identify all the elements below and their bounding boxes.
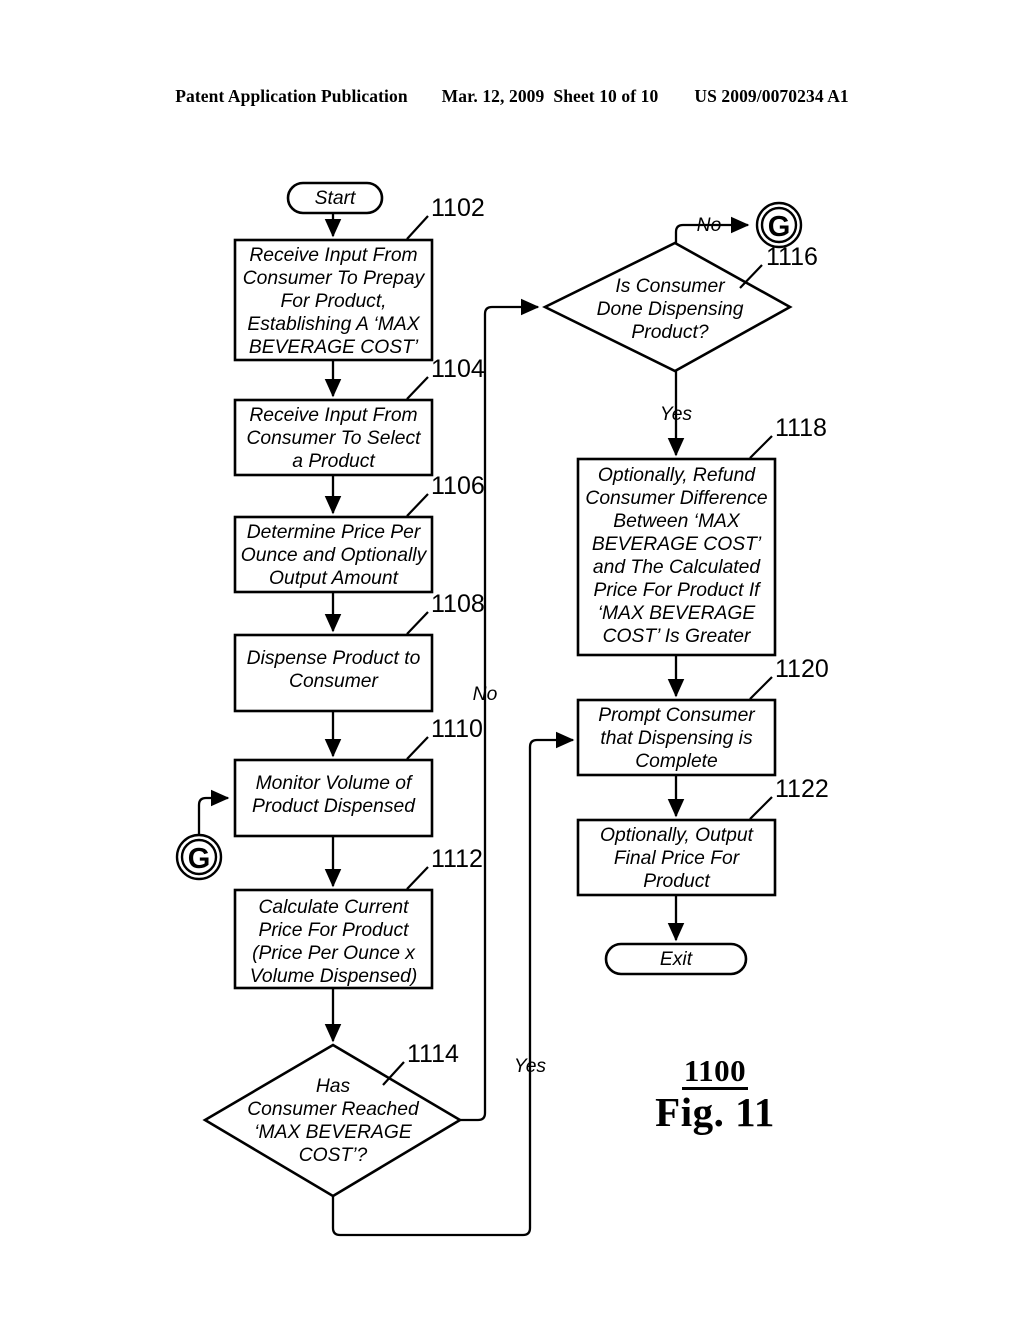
node-1118: Optionally, Refund Consumer Difference B… [576, 414, 827, 657]
leader-1104 [406, 376, 429, 400]
node-1114: Has Consumer Reached ‘MAX BEVERAGE COST’… [202, 1040, 463, 1198]
node-1116-line-2: Product? [631, 322, 708, 343]
node-1106-line-1: Ounce and Optionally [241, 545, 428, 566]
edge-label-no-1116: No [697, 215, 722, 236]
node-1118-line-7: COST’ Is Greater [603, 626, 752, 647]
node-1102-line-4: BEVERAGE COST’ [249, 337, 419, 358]
node-1116-line-0: Is Consumer [615, 276, 726, 297]
node-1104-line-1: Consumer To Select [247, 428, 423, 449]
node-1112-line-1: Price For Product [258, 920, 410, 941]
leader-1120 [749, 676, 773, 700]
node-exit: Exit [604, 942, 748, 976]
connector-g-right-label: G [768, 211, 791, 243]
node-1106-line-2: Output Amount [269, 568, 400, 589]
refnum-1110: 1110 [431, 715, 483, 743]
refnum-1112: 1112 [431, 845, 483, 873]
node-1110-line-0: Monitor Volume of [256, 773, 414, 794]
node-1112-line-3: Volume Dispensed) [250, 966, 418, 987]
node-1102: Receive Input From Consumer To Prepay Fo… [233, 194, 485, 362]
leader-1122 [749, 796, 773, 820]
refnum-1104: 1104 [431, 355, 485, 383]
refnum-1108: 1108 [431, 590, 485, 618]
node-1116: Is Consumer Done Dispensing Product? 111… [542, 241, 818, 373]
node-exit-label: Exit [660, 949, 694, 970]
node-1108: Dispense Product to Consumer 1108 [233, 590, 485, 713]
node-1114-line-1: Consumer Reached [247, 1099, 420, 1120]
leader-1110 [406, 736, 429, 760]
node-1120-line-0: Prompt Consumer [598, 705, 756, 726]
node-1122-line-2: Product [643, 871, 711, 892]
node-1104-line-2: a Product [292, 451, 376, 472]
connector-g-left-label: G [188, 843, 211, 875]
node-1120-line-2: Complete [635, 751, 718, 772]
refnum-1120: 1120 [775, 655, 829, 683]
connector-g-left: G [175, 833, 223, 881]
node-1122: Optionally, Output Final Price For Produ… [576, 775, 829, 897]
node-start: Start [286, 181, 384, 215]
node-1114-line-2: ‘MAX BEVERAGE [254, 1122, 413, 1143]
leader-1106 [406, 493, 429, 517]
leader-1112 [406, 866, 429, 890]
figure-reference-numeral: 1100 [681, 1053, 749, 1090]
node-1116-line-1: Done Dispensing [597, 299, 744, 320]
node-1106: Determine Price Per Ounce and Optionally… [233, 472, 485, 594]
leader-1108 [406, 611, 429, 635]
node-1102-line-1: Consumer To Prepay [243, 268, 426, 289]
node-1118-line-4: and The Calculated [593, 557, 761, 578]
node-1120: Prompt Consumer that Dispensing is Compl… [576, 655, 829, 777]
node-1122-line-0: Optionally, Output [600, 825, 755, 846]
node-1112: Calculate Current Price For Product (Pri… [233, 845, 483, 990]
node-1122-line-1: Final Price For [614, 848, 741, 869]
patent-drawing-page: Patent Application Publication Mar. 12, … [0, 0, 1024, 1320]
node-1106-line-0: Determine Price Per [247, 522, 422, 543]
edge-label-yes-1116: Yes [660, 404, 693, 425]
node-1110: Monitor Volume of Product Dispensed 1110 [233, 715, 483, 838]
refnum-1102: 1102 [431, 194, 485, 222]
node-1118-line-6: ‘MAX BEVERAGE [598, 603, 757, 624]
link-1114-no-to-1116 [460, 298, 540, 1122]
node-1102-line-3: Establishing A ‘MAX [247, 314, 420, 335]
node-1118-line-0: Optionally, Refund [598, 465, 756, 486]
node-1108-line-0: Dispense Product to [247, 648, 421, 669]
flowchart-1100: Start Receive Input From Consumer To Pre… [175, 181, 829, 1237]
node-1114-line-3: COST’? [299, 1145, 368, 1166]
node-1110-line-1: Product Dispensed [252, 796, 416, 817]
node-1112-line-0: Calculate Current [258, 897, 410, 918]
node-1118-line-2: Between ‘MAX [613, 511, 741, 532]
link-g-left-to-1110 [197, 789, 230, 835]
leader-1102 [406, 215, 429, 240]
refnum-1114: 1114 [407, 1040, 459, 1068]
refnum-1106: 1106 [431, 472, 485, 500]
edge-label-yes-1114: Yes [514, 1056, 547, 1077]
figure-caption: 1100 Fig. 11 [600, 1055, 830, 1133]
edge-label-no-1114: No [473, 684, 498, 705]
node-1112-line-2: (Price Per Ounce x [252, 943, 416, 964]
refnum-1122: 1122 [775, 775, 829, 803]
node-1102-line-0: Receive Input From [249, 245, 417, 266]
node-start-label: Start [315, 188, 357, 209]
figure-label: Fig. 11 [655, 1089, 775, 1135]
node-1118-line-5: Price For Product If [593, 580, 762, 601]
node-1108-line-1: Consumer [289, 671, 380, 692]
node-1120-line-1: that Dispensing is [600, 728, 753, 749]
node-1114-line-0: Has [316, 1076, 351, 1097]
refnum-1118: 1118 [775, 414, 827, 442]
node-1104: Receive Input From Consumer To Select a … [233, 355, 485, 477]
leader-1118 [749, 435, 773, 459]
connector-g-right: G [755, 201, 803, 249]
node-1118-line-3: BEVERAGE COST’ [592, 534, 762, 555]
node-1118-line-1: Consumer Difference [585, 488, 767, 509]
node-1102-line-2: For Product, [280, 291, 386, 312]
node-1104-line-0: Receive Input From [249, 405, 417, 426]
